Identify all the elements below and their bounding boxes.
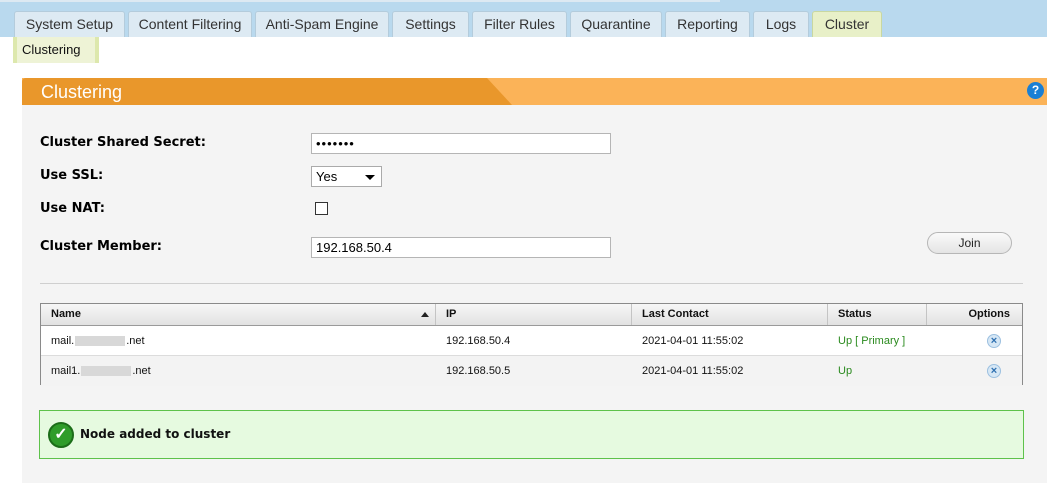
use-nat-label: Use NAT: — [40, 201, 105, 216]
row-name-suffix: .net — [126, 335, 145, 347]
tab-logs[interactable]: Logs — [753, 11, 809, 37]
tab-filter-rules[interactable]: Filter Rules — [472, 11, 567, 37]
use-ssl-value: Yes — [316, 169, 338, 184]
row-last-contact: 2021-04-01 11:55:02 — [642, 365, 744, 377]
row-name-prefix: mail1. — [51, 365, 81, 377]
column-header-name[interactable]: Name — [41, 304, 436, 325]
table-row: mail1. .net 192.168.50.5 2021-04-01 11:55… — [41, 356, 1022, 386]
column-header-options: Options — [968, 308, 1010, 320]
join-button[interactable]: Join — [927, 232, 1012, 254]
row-name-suffix: .net — [132, 365, 151, 377]
panel-header: Clustering ? — [22, 78, 1047, 105]
column-header-last-contact[interactable]: Last Contact — [632, 304, 828, 325]
checkmark-icon: ✓ — [48, 422, 74, 448]
use-ssl-select[interactable]: Yes — [311, 166, 382, 187]
sort-ascending-icon — [421, 312, 429, 317]
top-tab-bar: System Setup Content Filtering Anti-Spam… — [0, 0, 1047, 37]
cluster-member-input[interactable]: 192.168.50.4 — [311, 237, 611, 258]
tab-reporting[interactable]: Reporting — [665, 11, 750, 37]
column-header-status[interactable]: Status — [828, 304, 927, 325]
tab-content-filtering[interactable]: Content Filtering — [128, 11, 252, 37]
success-message-text: Node added to cluster — [80, 427, 231, 441]
divider — [40, 283, 1023, 284]
column-header-name-label: Name — [51, 308, 81, 320]
table-header: Name IP Last Contact Status Options — [41, 304, 1022, 326]
tab-cluster[interactable]: Cluster — [812, 11, 882, 37]
cluster-members-table: Name IP Last Contact Status Options mail… — [40, 303, 1023, 386]
row-name: mail. .net — [41, 326, 145, 356]
row-status: Up — [838, 365, 853, 377]
tab-settings[interactable]: Settings — [392, 11, 469, 37]
row-name: mail1. .net — [41, 356, 151, 386]
remove-node-icon[interactable]: × — [987, 364, 1001, 378]
cluster-shared-secret-input[interactable]: ••••••• — [311, 133, 611, 154]
tab-bar-highlight — [0, 0, 720, 2]
panel-title: Clustering — [41, 82, 123, 102]
tab-system-setup[interactable]: System Setup — [14, 11, 125, 37]
use-ssl-label: Use SSL: — [40, 168, 104, 183]
row-ip: 192.168.50.4 — [446, 335, 511, 347]
column-header-ip[interactable]: IP — [436, 304, 632, 325]
row-last-contact: 2021-04-01 11:55:02 — [642, 335, 744, 347]
table-row: mail. .net 192.168.50.4 2021-04-01 11:55:… — [41, 326, 1022, 356]
use-nat-checkbox[interactable] — [315, 202, 328, 215]
tab-quarantine[interactable]: Quarantine — [570, 11, 662, 37]
row-status: Up [ Primary ] — [838, 335, 906, 347]
row-ip: 192.168.50.5 — [446, 365, 511, 377]
subtab-clustering[interactable]: Clustering — [13, 37, 99, 63]
chevron-down-icon — [365, 175, 375, 180]
success-message: ✓ Node added to cluster — [39, 410, 1024, 459]
cluster-member-label: Cluster Member: — [40, 239, 162, 254]
cluster-shared-secret-label: Cluster Shared Secret: — [40, 135, 206, 150]
help-icon[interactable]: ? — [1027, 82, 1044, 99]
redacted-text — [81, 366, 132, 377]
clustering-panel: Clustering ? Cluster Shared Secret: ••••… — [22, 78, 1047, 483]
remove-node-icon[interactable]: × — [987, 334, 1001, 348]
redacted-text — [75, 336, 126, 347]
row-name-prefix: mail. — [51, 335, 75, 347]
tab-anti-spam-engine[interactable]: Anti-Spam Engine — [255, 11, 389, 37]
sub-tab-bar — [0, 37, 1047, 63]
